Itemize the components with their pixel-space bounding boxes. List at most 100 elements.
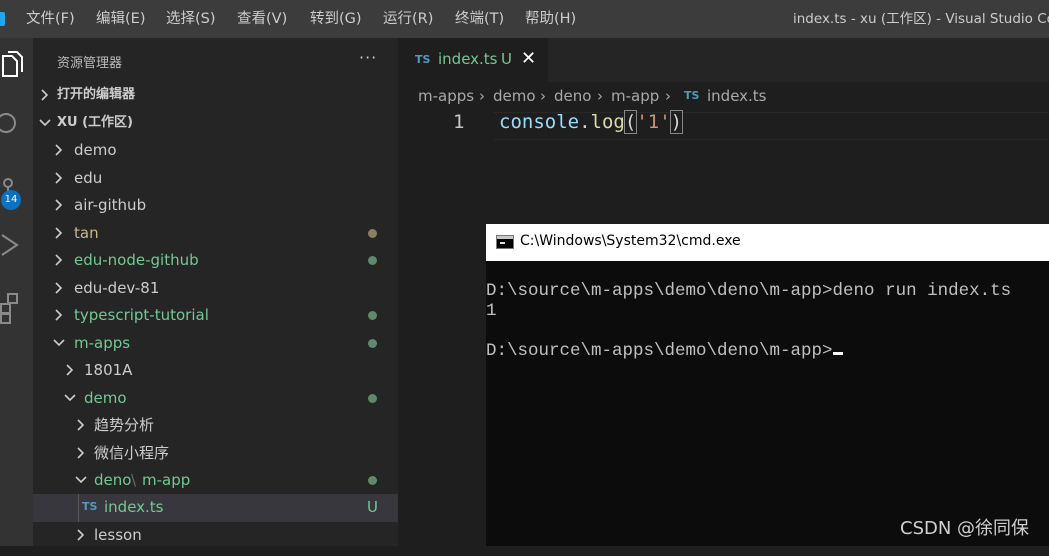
chevron-right-icon	[75, 412, 89, 438]
tree-item-label: demo	[84, 389, 127, 407]
chevron-down-icon	[75, 467, 89, 493]
title-bar: 文件(F) 编辑(E) 选择(S) 查看(V) 转到(G) 运行(R) 终端(T…	[0, 0, 1049, 38]
tree-item-label: index.ts	[104, 498, 164, 516]
untracked-dot	[368, 476, 377, 485]
tree-item-trend-analysis[interactable]: 趋势分析	[33, 412, 398, 440]
tree-item-label: edu	[74, 169, 103, 187]
chevron-right-icon	[75, 522, 89, 548]
tree-item-label: edu-node-github	[74, 251, 199, 269]
tab-status: U	[501, 50, 512, 68]
chevron-right-icon: ›	[540, 87, 546, 105]
breadcrumb-item[interactable]: index.ts	[707, 82, 767, 110]
close-icon[interactable]: ✕	[521, 48, 536, 69]
tree-item-demo[interactable]: demo	[33, 137, 398, 165]
untracked-dot	[368, 339, 377, 348]
tree-item-index-ts[interactable]: TS index.ts U	[33, 494, 398, 522]
tree-item-tan[interactable]: tan	[33, 220, 398, 248]
tree-item-typescript-tutorial[interactable]: typescript-tutorial	[33, 302, 398, 330]
open-editors-section[interactable]: 打开的编辑器	[33, 82, 398, 110]
workspace-label: XU (工作区)	[57, 115, 133, 130]
tree-item-demo-sub[interactable]: demo	[33, 385, 398, 413]
menu-run[interactable]: 运行(R)	[383, 0, 433, 38]
untracked-dot	[368, 256, 377, 265]
cmd-window[interactable]: C:\Windows\System32\cmd.exe D:\source\m-…	[486, 224, 1049, 546]
tree-item-deno-m-app[interactable]: deno \ m-app	[33, 467, 398, 495]
code-line: console.log('1')	[499, 110, 684, 134]
breadcrumb-item[interactable]: m-apps	[418, 82, 474, 110]
run-debug-icon[interactable]	[0, 230, 33, 260]
tree-item-label: tan	[74, 224, 99, 242]
typescript-file-icon: TS	[415, 53, 431, 66]
chevron-right-icon	[64, 357, 78, 383]
explorer-sidebar: 资源管理器 ··· 打开的编辑器 XU (工作区) demo edu air-g…	[33, 38, 398, 546]
tree-item-label: 1801A	[84, 361, 133, 379]
tree-item-label: m-app	[142, 471, 191, 489]
tree-item-edu[interactable]: edu	[33, 165, 398, 193]
chevron-right-icon	[53, 192, 67, 218]
chevron-down-icon	[53, 330, 67, 356]
tree-item-edu-dev-81[interactable]: edu-dev-81	[33, 275, 398, 303]
chevron-down-icon	[64, 385, 78, 411]
chevron-right-icon: ›	[665, 87, 671, 105]
chevron-right-icon	[53, 247, 67, 273]
tree-item-1801a[interactable]: 1801A	[33, 357, 398, 385]
compact-folder-separator: \	[131, 471, 137, 489]
tree-item-label: edu-dev-81	[74, 279, 160, 297]
tree-item-label: lesson	[94, 526, 142, 544]
cmd-icon	[496, 235, 514, 249]
breadcrumb-item[interactable]: m-app	[611, 82, 659, 110]
cmd-title: C:\Windows\System32\cmd.exe	[520, 233, 741, 249]
extensions-icon[interactable]	[0, 290, 33, 326]
tree-item-label: 趋势分析	[94, 416, 155, 434]
cmd-cursor	[832, 352, 843, 355]
tree-item-edu-node-github[interactable]: edu-node-github	[33, 247, 398, 275]
breadcrumb-item[interactable]: deno	[554, 82, 591, 110]
tree-item-label: m-apps	[74, 334, 131, 352]
chevron-right-icon	[53, 220, 67, 246]
chevron-right-icon	[53, 165, 67, 191]
explorer-icon[interactable]	[0, 50, 33, 86]
modified-dot	[368, 229, 377, 238]
workspace-section[interactable]: XU (工作区)	[33, 110, 398, 138]
chevron-right-icon: ›	[597, 87, 603, 105]
window-title: index.ts - xu (工作区) - Visual Studio Co	[793, 11, 1049, 27]
menu-file[interactable]: 文件(F)	[26, 0, 75, 38]
tree-item-wechat-miniprogram[interactable]: 微信小程序	[33, 440, 398, 468]
untracked-dot	[368, 311, 377, 320]
code-token-paren-open: (	[623, 110, 638, 134]
tree-item-air-github[interactable]: air-github	[33, 192, 398, 220]
cmd-title-bar[interactable]: C:\Windows\System32\cmd.exe	[486, 224, 1049, 261]
menu-edit[interactable]: 编辑(E)	[96, 0, 145, 38]
tab-index-ts[interactable]: TS index.ts U ✕	[398, 38, 548, 82]
menu-help[interactable]: 帮助(H)	[525, 0, 576, 38]
cmd-output-line: 1	[486, 301, 497, 321]
menu-go[interactable]: 转到(G)	[310, 0, 362, 38]
search-icon[interactable]	[0, 108, 33, 138]
tree-item-label: demo	[74, 141, 117, 159]
code-token-string: '1'	[636, 111, 671, 133]
tree-item-label: air-github	[74, 196, 147, 214]
breadcrumb-item[interactable]: demo	[493, 82, 536, 110]
menu-selection[interactable]: 选择(S)	[166, 0, 216, 38]
tree-item-label: typescript-tutorial	[74, 306, 209, 324]
watermark: CSDN @徐同保	[900, 518, 1030, 539]
tree-item-m-apps[interactable]: m-apps	[33, 330, 398, 358]
editor-tabs: TS index.ts U ✕	[398, 38, 1049, 82]
tree-item-label: deno	[94, 471, 132, 489]
menu-terminal[interactable]: 终端(T)	[455, 0, 504, 38]
scm-count-badge: 14	[1, 190, 21, 210]
menu-view[interactable]: 查看(V)	[237, 0, 287, 38]
code-token-paren-close: )	[669, 110, 684, 134]
line-number: 1	[453, 111, 465, 133]
untracked-dot	[368, 394, 377, 403]
chevron-right-icon	[75, 440, 89, 466]
code-token-dot: .	[579, 111, 591, 133]
open-editors-label: 打开的编辑器	[57, 87, 136, 102]
tab-label: index.ts	[438, 50, 498, 68]
typescript-file-icon: TS	[684, 89, 700, 102]
indent-guide	[78, 494, 79, 522]
more-actions-button[interactable]: ···	[359, 48, 377, 67]
cmd-prompt-line: D:\source\m-apps\demo\deno\m-app>	[486, 341, 843, 361]
explorer-title: 资源管理器	[57, 56, 123, 71]
chevron-right-icon: ›	[479, 87, 485, 105]
